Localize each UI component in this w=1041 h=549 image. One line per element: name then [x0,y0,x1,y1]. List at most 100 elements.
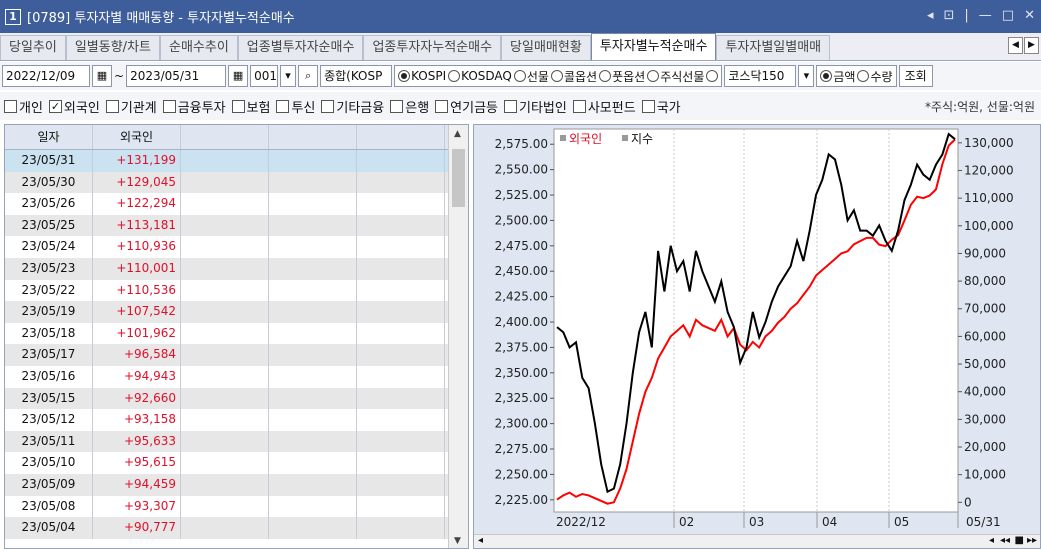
minimize-icon[interactable]: — [979,8,992,23]
checkbox-government[interactable]: 국가 [641,97,681,116]
checkbox-other-corporation[interactable]: 기타법인 [504,97,567,116]
tab-sector-investor-netbuy[interactable]: 업종별투자자순매수 [237,35,364,60]
chart-scroll-prev-icon[interactable]: ◂◂ [1000,535,1010,547]
table-row[interactable]: 23/05/23 +110,001 [5,257,468,280]
checkbox-insurance[interactable]: 보험 [231,97,270,116]
tab-investor-daily-trading[interactable]: 투자자별일별매매 [716,35,831,60]
row-date: 23/05/12 [5,409,93,431]
row-foreigner-value: +94,459 [93,473,181,496]
scroll-down-icon[interactable]: ▼ [454,536,461,546]
radio-kosdaq[interactable]: KOSDAQ [448,69,512,83]
table-row[interactable]: 23/05/08 +93,307 [5,495,468,518]
chart-scroll-first-icon[interactable]: ◂ [989,535,994,547]
end-calendar-icon[interactable]: ▦ [228,65,249,87]
tab-netbuy-trend[interactable]: 순매수추이 [159,35,238,60]
start-date-field[interactable]: 2022/12/09 [2,65,90,87]
table-row[interactable]: 23/05/18 +101,962 [5,322,468,345]
radio-quantity[interactable]: 수량 [857,68,893,85]
right-tick-label: 120,000 [964,163,1014,177]
table-row[interactable]: 23/05/15 +92,660 [5,387,468,410]
radio-put-option[interactable]: 풋옵션 [599,68,645,85]
table-row[interactable]: 23/05/11 +95,633 [5,430,468,453]
table-row[interactable]: 23/05/26 +122,294 [5,193,468,215]
table-row[interactable]: 23/05/04 +90,777 [5,517,468,539]
tab-scroll-left-icon[interactable]: ◀ [1008,37,1023,54]
chart-scroll-next-icon[interactable]: ▸▸ [1027,535,1037,547]
table-vertical-scrollbar[interactable]: ▲ ▼ [448,125,468,548]
checkbox-individual[interactable]: 개인 [4,97,43,116]
table-row[interactable]: 23/05/16 +94,943 [5,365,468,388]
table-row[interactable]: 23/05/31 +131,199 [5,150,468,172]
table-row[interactable]: 23/05/24 +110,936 [5,236,468,258]
table-row[interactable]: 23/05/17 +96,584 [5,344,468,366]
table-row[interactable]: 23/05/22 +110,536 [5,279,468,302]
table-row[interactable]: 23/05/09 +94,459 [5,473,468,496]
chart-scroll-left-icon[interactable]: ◂ [478,535,483,547]
header-foreigner[interactable]: 외국인 [93,125,181,149]
checkbox-foreigner[interactable]: ✓ 외국인 [48,97,100,116]
code-dropdown-icon[interactable]: ▾ [280,65,297,87]
left-tick-label: 2,525.00 [495,188,548,202]
market-code-field[interactable]: 001 [250,65,279,87]
checkbox-private-fund[interactable]: 사모펀드 [572,97,636,116]
x-tick-label: 03 [749,515,764,529]
table-body: 23/05/31 +131,199 23/05/30 +129,045 23/05/26… [5,150,468,539]
row-empty-cell [357,365,445,388]
window-back-icon[interactable]: ◂ [927,8,934,23]
start-calendar-icon[interactable]: ▦ [92,65,112,87]
checkbox-investment-trust[interactable]: 투신 [276,97,315,116]
tab-scroll-right-icon[interactable]: ▶ [1024,37,1039,54]
table-row[interactable]: 23/05/19 +107,542 [5,301,468,323]
tab-investor-cumulative-netbuy[interactable]: 투자자별누적순매수 [590,33,717,60]
radio-stock-futures[interactable]: 주식선물 [647,68,704,85]
left-tick-label: 2,250.00 [495,467,548,481]
checkbox-bank[interactable]: 은행 [390,97,429,116]
row-empty-cell [269,193,357,215]
end-date-field[interactable]: 2023/05/31 [126,65,227,87]
maximize-icon[interactable]: □ [1002,8,1014,23]
scroll-up-icon[interactable]: ▲ [454,129,461,139]
window-link-icon[interactable]: ⊡ [944,8,955,23]
tab-bar: 당일추이 일별동향/차트 순매수추이 업종별투자자순매수 업종투자자누적순매수 … [0,33,1041,61]
row-foreigner-value: +95,633 [93,430,181,453]
left-tick-label: 2,500.00 [495,213,548,227]
close-icon[interactable]: ✕ [1024,8,1035,23]
table-row[interactable]: 23/05/25 +113,181 [5,214,468,237]
checkbox-financial-investment[interactable]: 금융투자 [162,97,226,116]
table-row[interactable]: 23/05/30 +129,045 [5,171,468,194]
tab-daily-chart[interactable]: 일별동향/차트 [65,35,160,60]
radio-futures[interactable]: 선물 [513,68,549,85]
row-empty-cell [181,365,269,388]
tab-intraday-trend[interactable]: 당일추이 [0,35,66,60]
radio-index-option[interactable] [706,70,719,82]
row-date: 23/05/31 [5,150,93,172]
row-foreigner-value: +131,199 [93,150,181,172]
radio-call-option[interactable]: 콜옵션 [550,68,597,85]
chart-stop-icon[interactable]: ■ [1015,535,1024,547]
table-row[interactable]: 23/05/10 +95,615 [5,452,468,474]
tab-intraday-trading[interactable]: 당일매매현황 [501,35,591,60]
checkbox-pension[interactable]: 연기금등 [435,97,498,116]
checkbox-other-finance[interactable]: 기타금융 [321,97,384,116]
row-empty-cell [181,171,269,194]
radio-amount[interactable]: 금액 [820,68,855,85]
netbuy-chart[interactable]: 2022/12 02 03 04 05 05/31 2,575.00 2,550.00 2,52… [474,125,1040,536]
row-empty-cell [357,171,445,194]
index-dropdown-icon[interactable]: ▾ [798,65,815,87]
checkbox-institution[interactable]: 기관계 [105,97,157,116]
row-empty-cell [181,517,269,539]
radio-kospi[interactable]: KOSPI [398,69,446,83]
left-tick-label: 2,550.00 [495,163,548,177]
index-select[interactable]: 코스닥150 [724,65,797,87]
row-empty-cell [269,214,357,237]
chart-scrollbar[interactable]: ◂ ◂ ◂◂ ■ ▸▸ [474,534,1040,548]
search-icon[interactable]: ⌕ [298,65,319,87]
tab-sector-cumulative-netbuy[interactable]: 업종투자자누적순매수 [363,35,502,60]
row-foreigner-value: +95,615 [93,452,181,474]
header-date[interactable]: 일자 [5,125,93,149]
row-date: 23/05/18 [5,322,93,345]
row-foreigner-value: +94,943 [93,365,181,388]
query-button[interactable]: 조회 [898,65,933,87]
table-row[interactable]: 23/05/12 +93,158 [5,409,468,431]
scroll-thumb[interactable] [452,149,465,207]
